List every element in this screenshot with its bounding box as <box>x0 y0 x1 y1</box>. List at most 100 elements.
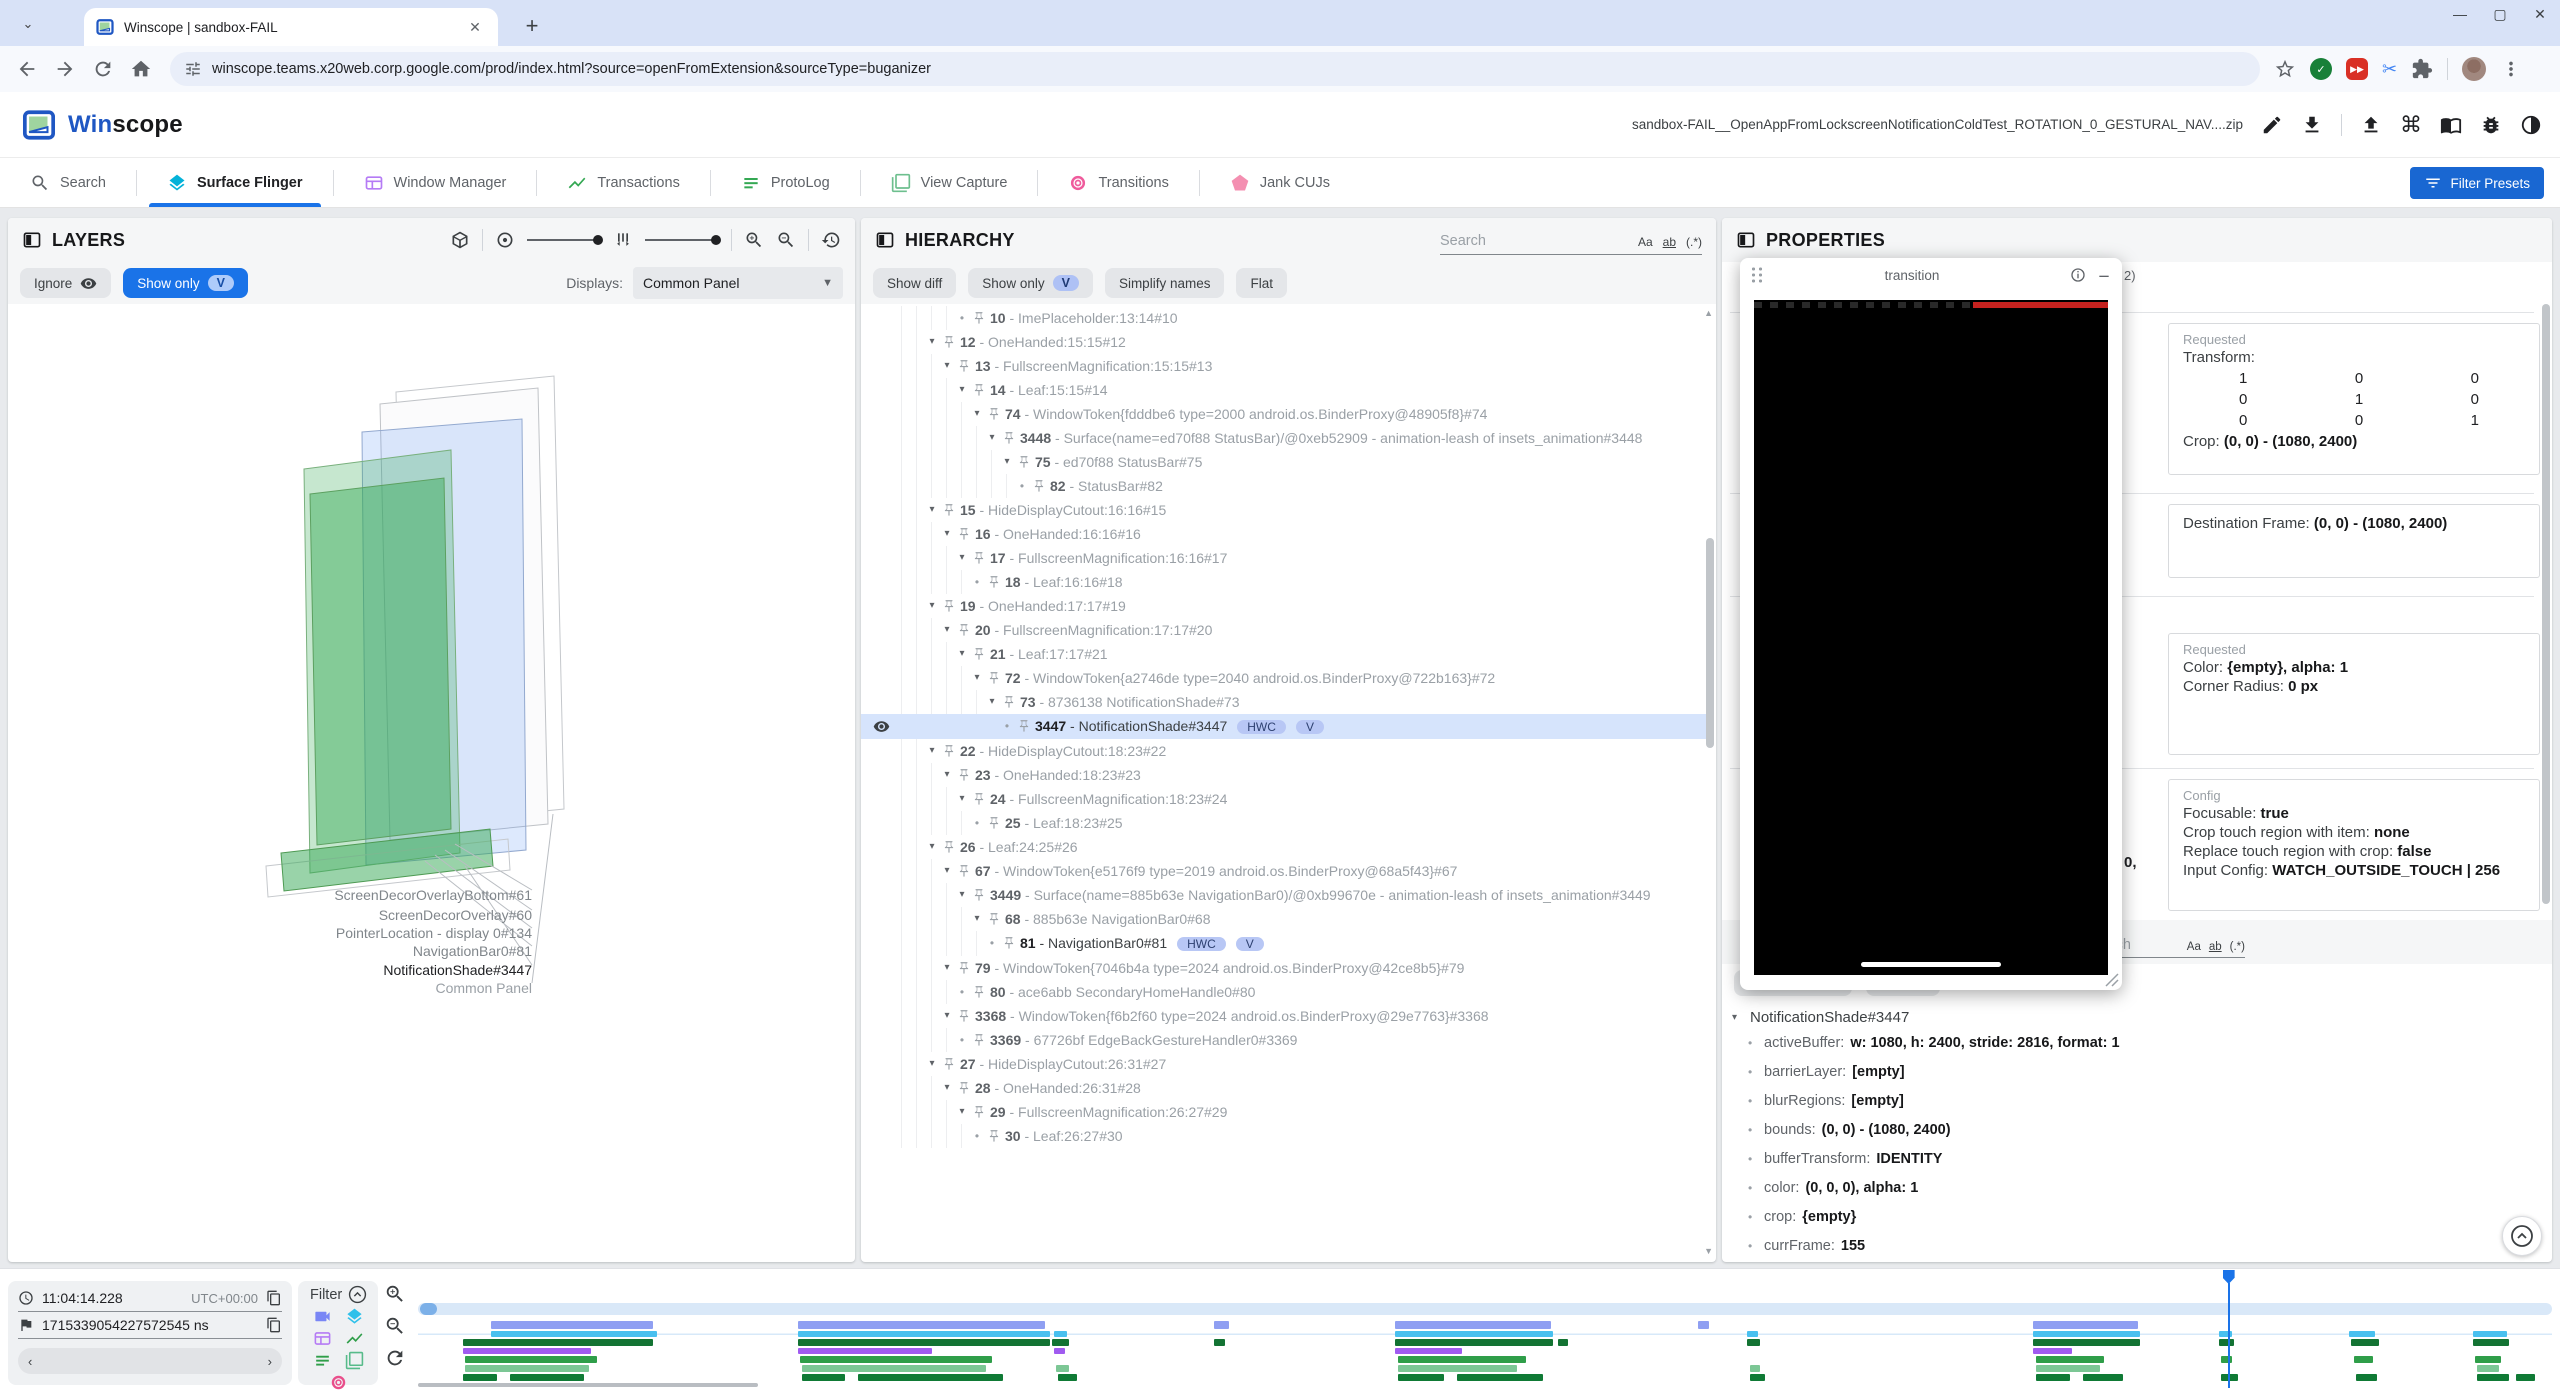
match-word-icon[interactable]: ab <box>2209 941 2222 953</box>
hierarchy-row[interactable]: ▾20 - FullscreenMagnification:17:17#20 <box>861 618 1706 642</box>
pin-icon[interactable] <box>1017 719 1031 733</box>
trace-entry-segment[interactable] <box>1054 1331 1067 1337</box>
hierarchy-row[interactable]: ▾73 - 8736138 NotificationShade#73 <box>861 690 1706 714</box>
browser-menu-icon[interactable] <box>2500 58 2522 80</box>
expand-arrow-icon[interactable]: ▾ <box>984 693 1000 711</box>
expand-arrow-icon[interactable]: ▾ <box>954 1103 970 1121</box>
pin-icon[interactable] <box>972 792 986 806</box>
regex-icon[interactable]: (.*) <box>2230 941 2245 953</box>
trace-entry-segment[interactable] <box>463 1374 497 1381</box>
track-window-manager[interactable] <box>418 1348 2552 1354</box>
hierarchy-row[interactable]: ▾3449 - Surface(name=885b63e NavigationB… <box>861 883 1706 907</box>
upload-icon[interactable] <box>2360 114 2382 136</box>
tab-close-icon[interactable]: ✕ <box>464 16 486 38</box>
trace-entry-segment[interactable] <box>1398 1365 1518 1372</box>
pin-icon[interactable] <box>972 551 986 565</box>
expand-arrow-icon[interactable]: ▾ <box>924 597 940 615</box>
displays-select[interactable]: Common Panel▼ <box>633 267 843 299</box>
spacing-slider[interactable] <box>645 239 719 241</box>
scroll-up-icon[interactable]: ▲ <box>1704 308 1713 318</box>
pin-icon[interactable] <box>972 985 986 999</box>
next-arrow[interactable]: › <box>268 1354 272 1369</box>
pin-icon[interactable] <box>942 335 956 349</box>
expand-arrow-icon[interactable]: ▾ <box>969 910 985 928</box>
pin-icon[interactable] <box>972 311 986 325</box>
match-case-icon[interactable]: Aa <box>1638 235 1653 249</box>
tab-search[interactable]: Search <box>0 158 136 207</box>
transitions-icon[interactable] <box>329 1373 348 1392</box>
ns-time-input[interactable]: 1715339054227572545 ns <box>18 1312 282 1339</box>
hierarchy-row[interactable]: •80 - ace6abb SecondaryHomeHandle0#80 <box>861 980 1706 1004</box>
trace-entry-segment[interactable] <box>2516 1374 2535 1381</box>
track-transactions[interactable] <box>418 1339 2552 1346</box>
pin-icon[interactable] <box>987 407 1001 421</box>
expand-arrow-icon[interactable]: ▾ <box>924 838 940 856</box>
trace-entry-segment[interactable] <box>2083 1374 2124 1381</box>
expand-arrow-icon[interactable]: ▾ <box>924 742 940 760</box>
forward-icon[interactable] <box>54 58 76 80</box>
properties-root-row[interactable]: ▾NotificationShade#3447 <box>1722 1004 2542 1029</box>
trace-entry-segment[interactable] <box>2219 1339 2234 1346</box>
hierarchy-row[interactable]: ▾3448 - Surface(name=ed70f88 StatusBar)/… <box>861 426 1706 450</box>
layer-label[interactable]: NavigationBar0#81 <box>8 942 532 960</box>
expand-arrow-icon[interactable]: ▾ <box>924 333 940 351</box>
trace-entry-segment[interactable] <box>2033 1348 2071 1354</box>
tab-jank-cujs[interactable]: Jank CUJs <box>1200 158 1360 207</box>
trace-entry-segment[interactable] <box>463 1339 653 1346</box>
hierarchy-row[interactable]: ▾23 - OneHanded:18:23#23 <box>861 763 1706 787</box>
pin-icon[interactable] <box>972 1033 986 1047</box>
back-icon[interactable] <box>16 58 38 80</box>
tab-window-manager[interactable]: Window Manager <box>334 158 537 207</box>
hierarchy-row[interactable]: •3447 - NotificationShade#3447HWCV <box>861 714 1706 739</box>
pin-icon[interactable] <box>957 359 971 373</box>
pin-icon[interactable] <box>942 744 956 758</box>
dark-mode-icon[interactable] <box>2520 114 2542 136</box>
pin-icon[interactable] <box>957 623 971 637</box>
pin-icon[interactable] <box>987 912 1001 926</box>
hierarchy-row[interactable]: ▾24 - FullscreenMagnification:18:23#24 <box>861 787 1706 811</box>
scissors-extension-icon[interactable]: ✂ <box>2382 59 2397 80</box>
view-capture-icon[interactable] <box>345 1351 364 1370</box>
hierarchy-row[interactable]: •10 - ImePlaceholder:13:14#10 <box>861 306 1706 330</box>
pin-icon[interactable] <box>972 1105 986 1119</box>
hierarchy-row[interactable]: •18 - Leaf:16:16#18 <box>861 570 1706 594</box>
timeline-reset-zoom-icon[interactable] <box>384 1347 406 1369</box>
trace-entry-segment[interactable] <box>2036 1365 2100 1372</box>
cursor-marker[interactable] <box>2223 1270 2235 1284</box>
track-transitions[interactable] <box>418 1374 2552 1381</box>
timeline-scrollbar[interactable]: ‹ › <box>18 1348 282 1374</box>
pin-icon[interactable] <box>942 599 956 613</box>
trace-entry-segment[interactable] <box>1395 1321 1551 1329</box>
regex-icon[interactable]: (.*) <box>1686 235 1702 249</box>
expand-arrow-icon[interactable]: ▾ <box>939 959 955 977</box>
hierarchy-row[interactable]: ▾74 - WindowToken{fdddbe6 type=2000 andr… <box>861 402 1706 426</box>
surface-flinger-icon[interactable] <box>345 1307 364 1326</box>
hierarchy-row[interactable]: ▾22 - HideDisplayCutout:18:23#22 <box>861 739 1706 763</box>
minimize-icon[interactable] <box>2096 267 2112 283</box>
trace-entry-segment[interactable] <box>491 1321 653 1329</box>
hierarchy-row[interactable]: ▾67 - WindowToken{e5176f9 type=2019 andr… <box>861 859 1706 883</box>
simplify-names-chip[interactable]: Simplify names <box>1105 268 1225 298</box>
hierarchy-row[interactable]: ▾26 - Leaf:24:25#26 <box>861 835 1706 859</box>
download-icon[interactable] <box>2301 114 2323 136</box>
show-diff-chip[interactable]: Show diff <box>873 268 956 298</box>
hierarchy-row[interactable]: ▾68 - 885b63e NavigationBar0#68 <box>861 907 1706 931</box>
pin-icon[interactable] <box>1002 695 1016 709</box>
layer-label[interactable]: ScreenDecorOverlay#60 <box>8 906 532 924</box>
hierarchy-row[interactable]: ▾27 - HideDisplayCutout:26:31#27 <box>861 1052 1706 1076</box>
trace-entry-segment[interactable] <box>1750 1374 1765 1381</box>
trace-entry-segment[interactable] <box>2351 1339 2379 1346</box>
expand-arrow-icon[interactable]: ▾ <box>999 453 1015 471</box>
property-row[interactable]: •bufferTransform:IDENTITY <box>1722 1145 2542 1174</box>
tab-transitions[interactable]: Transitions <box>1038 158 1198 207</box>
bug-report-icon[interactable] <box>2480 114 2502 136</box>
trace-entry-segment[interactable] <box>465 1356 597 1363</box>
hierarchy-row[interactable]: •82 - StatusBar#82 <box>861 474 1706 498</box>
transactions-icon[interactable] <box>345 1329 364 1348</box>
expand-arrow-icon[interactable]: ▾ <box>954 790 970 808</box>
trace-entry-segment[interactable] <box>1395 1331 1553 1337</box>
site-info-icon[interactable] <box>184 60 202 78</box>
trace-entry-segment[interactable] <box>1457 1374 1542 1381</box>
show-only-chip[interactable]: Show only V <box>968 268 1093 298</box>
pin-icon[interactable] <box>1002 431 1016 445</box>
